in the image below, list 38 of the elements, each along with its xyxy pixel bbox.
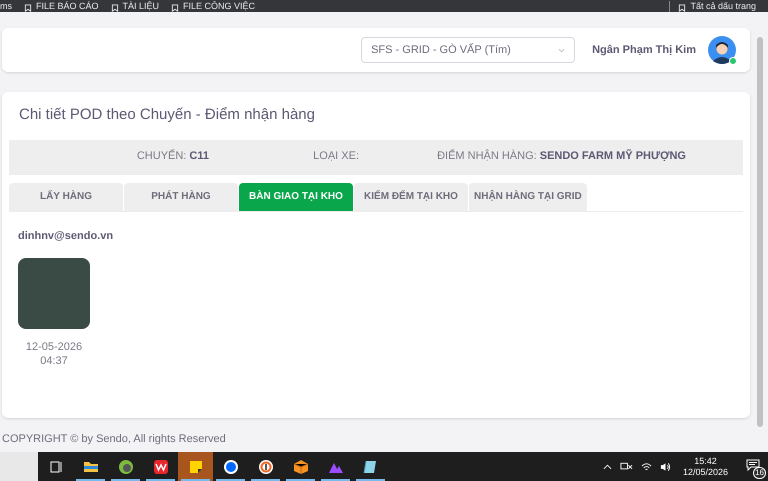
network-icon[interactable] <box>620 462 633 472</box>
photo-date: 12-05-2026 <box>26 340 82 354</box>
circle-app-icon <box>118 458 134 474</box>
info-label: ĐIỂM NHẬN HÀNG: <box>437 148 538 164</box>
notebook-icon <box>362 458 378 474</box>
chevron-up-icon[interactable] <box>602 464 612 470</box>
bookmark-link[interactable]: TÀI LIỆU <box>110 0 160 12</box>
bookmark-link[interactable]: FILE BÁO CÁO <box>24 0 99 12</box>
chevron-down-icon <box>558 48 566 52</box>
bookmark-link[interactable]: ms <box>0 0 12 12</box>
hub-select[interactable]: SFS - GRID - GÒ VẤP (Tím) <box>361 37 576 63</box>
sticky-note-icon <box>188 458 204 474</box>
notification-count: 16 <box>753 466 766 478</box>
info-value: SENDO FARM MỸ PHƯỢNG <box>540 148 686 164</box>
info-label: LOẠI XE: <box>313 149 359 164</box>
tab[interactable]: NHẬN HÀNG TẠI GRID <box>469 182 587 210</box>
avatar[interactable] <box>708 36 736 64</box>
cube-icon <box>292 458 308 474</box>
page-title: Chi tiết POD theo Chuyến - Điểm nhận hàng <box>18 105 316 125</box>
tab[interactable]: LẤY HÀNG <box>9 182 123 210</box>
letter-w-icon <box>152 458 168 474</box>
wifi-icon[interactable] <box>640 462 652 472</box>
clock[interactable]: 15:42 12/05/2026 <box>678 456 732 478</box>
tab[interactable]: PHÁT HÀNG <box>124 182 238 210</box>
copyright-text: COPYRIGHT © by Sendo, All rights Reserved <box>1 432 227 447</box>
message-icon <box>746 458 760 470</box>
speaker-icon[interactable] <box>660 462 671 472</box>
bookmark-link[interactable]: FILE CÔNG VIỆC <box>171 0 256 12</box>
info-label: CHUYẾN: <box>136 148 188 164</box>
photo-time: 04:37 <box>40 354 68 368</box>
all-bookmarks-link[interactable]: Tất cả dấu trang <box>678 0 756 12</box>
info-value: C11 <box>189 149 209 164</box>
task-view-icon <box>48 458 64 474</box>
ring-icon <box>258 458 274 474</box>
tab[interactable]: KIỂM ĐẾM TẠI KHO <box>354 182 468 210</box>
user-name: Ngân Phạm Thị Kim <box>592 42 696 58</box>
uploader-email: dinhnv@sendo.vn <box>18 228 114 244</box>
scrollbar[interactable] <box>757 37 763 427</box>
